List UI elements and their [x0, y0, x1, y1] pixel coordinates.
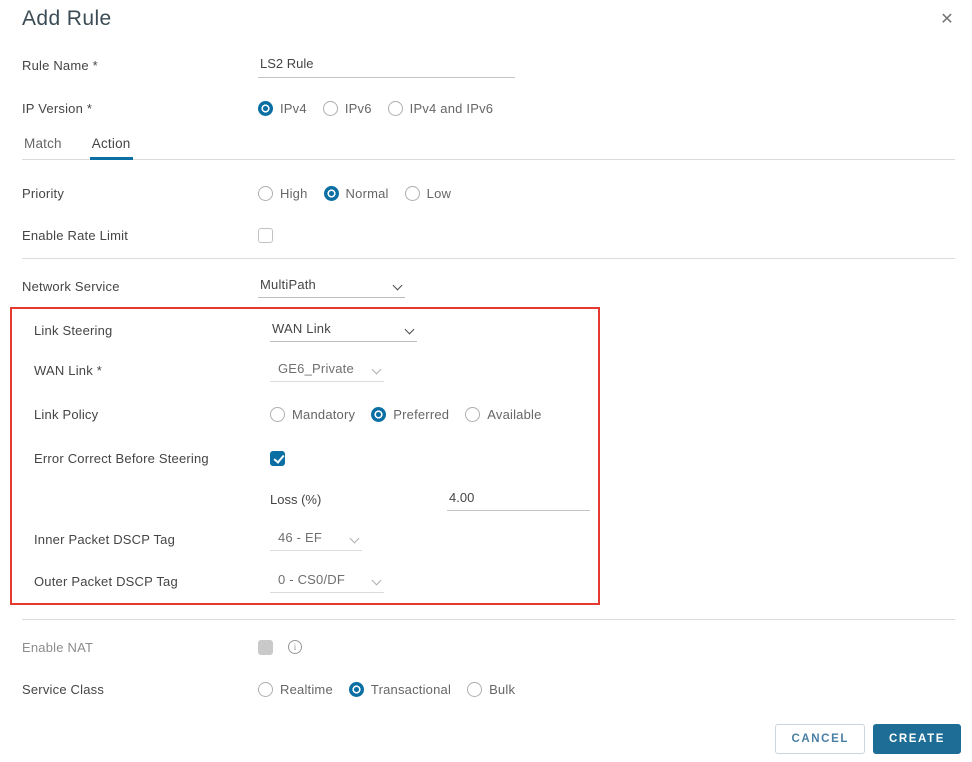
loss-row: Loss (%)	[22, 479, 598, 519]
network-service-row: Network Service MultiPath	[0, 267, 972, 305]
chevron-down-icon	[371, 364, 382, 375]
cancel-button[interactable]: CANCEL	[775, 724, 865, 754]
tab-match[interactable]: Match	[22, 134, 64, 159]
enable-rate-limit-label: Enable Rate Limit	[22, 227, 129, 243]
outer-dscp-row: Outer Packet DSCP Tag 0 - CS0/DF	[22, 559, 598, 603]
radio-low-label: Low	[426, 185, 452, 201]
dialog-footer: CANCEL CREATE	[0, 724, 972, 754]
radio-mandatory-label: Mandatory	[292, 406, 356, 422]
tab-action[interactable]: Action	[89, 134, 133, 160]
radio-dot-icon	[258, 101, 273, 116]
radio-ipv6[interactable]: IPv6	[322, 101, 372, 116]
enable-rate-limit-row: Enable Rate Limit	[0, 214, 972, 256]
chevron-down-icon	[404, 324, 415, 335]
radio-transactional-label: Transactional	[370, 681, 452, 697]
radio-dot-icon	[258, 681, 273, 697]
chevron-down-icon	[349, 533, 360, 544]
link-steering-value: WAN Link	[272, 321, 331, 336]
link-policy-row: Link Policy Mandatory Preferred Availabl…	[22, 391, 598, 437]
inner-dscp-row: Inner Packet DSCP Tag 46 - EF	[22, 519, 598, 559]
dialog-body: Rule Name * IP Version * IPv4 IPv6 IPv4 …	[0, 44, 972, 754]
wan-link-row: WAN Link * GE6_Private	[22, 349, 598, 391]
radio-priority-low[interactable]: Low	[404, 185, 452, 201]
radio-ipv4[interactable]: IPv4	[258, 101, 307, 116]
radio-mandatory[interactable]: Mandatory	[270, 406, 356, 422]
outer-dscp-select[interactable]: 0 - CS0/DF	[270, 569, 384, 593]
ip-version-label: IP Version *	[22, 101, 93, 116]
radio-realtime[interactable]: Realtime	[258, 681, 333, 697]
radio-available-label: Available	[487, 406, 542, 422]
chevron-down-icon	[392, 280, 403, 291]
rule-name-row: Rule Name *	[0, 44, 972, 87]
radio-realtime-label: Realtime	[280, 681, 333, 697]
radio-dot-icon	[467, 681, 483, 697]
radio-high-label: High	[280, 185, 308, 201]
radio-dot-icon	[270, 406, 285, 422]
radio-normal-label: Normal	[345, 185, 389, 201]
priority-label: Priority	[22, 185, 65, 201]
loss-input[interactable]	[447, 487, 590, 511]
dialog-title: Add Rule	[22, 7, 112, 30]
create-button[interactable]: CREATE	[872, 724, 961, 754]
radio-priority-high[interactable]: High	[258, 185, 308, 201]
error-correct-row: Error Correct Before Steering	[22, 437, 598, 479]
highlight-box: Link Steering WAN Link WAN Link * GE6_Pr…	[10, 307, 600, 605]
tab-bar: Match Action	[22, 134, 955, 160]
radio-ipv6-label: IPv6	[344, 101, 372, 116]
link-policy-label: Link Policy	[34, 406, 99, 422]
enable-nat-row: Enable NAT i	[0, 626, 972, 668]
link-steering-label: Link Steering	[34, 322, 113, 338]
enable-nat-label: Enable NAT	[22, 639, 94, 655]
enable-nat-checkbox	[258, 639, 273, 655]
dialog-header: Add Rule ✕	[0, 0, 972, 38]
error-correct-label: Error Correct Before Steering	[34, 450, 209, 466]
service-class-row: Service Class Realtime Transactional Bul…	[0, 668, 972, 710]
wan-link-select[interactable]: GE6_Private	[270, 358, 384, 382]
radio-dot-icon	[371, 406, 387, 422]
inner-dscp-label: Inner Packet DSCP Tag	[34, 531, 176, 547]
error-correct-checkbox[interactable]	[270, 450, 285, 466]
rule-name-label: Rule Name *	[22, 58, 98, 73]
rule-name-input[interactable]	[258, 53, 515, 78]
service-class-label: Service Class	[22, 681, 105, 697]
outer-dscp-label: Outer Packet DSCP Tag	[34, 573, 178, 589]
network-service-label: Network Service	[22, 278, 120, 294]
radio-preferred[interactable]: Preferred	[371, 406, 450, 422]
radio-bulk[interactable]: Bulk	[467, 681, 516, 697]
link-steering-select[interactable]: WAN Link	[270, 318, 417, 342]
radio-ipv4-label: IPv4	[280, 101, 307, 116]
radio-preferred-label: Preferred	[393, 406, 450, 422]
chevron-down-icon	[371, 575, 382, 586]
section-divider	[22, 619, 955, 620]
radio-dot-icon	[258, 185, 273, 201]
radio-dot-icon	[348, 681, 364, 697]
priority-row: Priority High Normal Low	[0, 172, 972, 214]
wan-link-label: WAN Link *	[34, 362, 102, 378]
radio-dot-icon	[465, 406, 481, 422]
enable-rate-limit-checkbox[interactable]	[258, 227, 273, 243]
radio-dot-icon	[404, 185, 420, 201]
section-divider	[22, 258, 955, 259]
network-service-value: MultiPath	[260, 277, 316, 292]
radio-transactional[interactable]: Transactional	[348, 681, 452, 697]
network-service-select[interactable]: MultiPath	[258, 274, 405, 298]
link-steering-row: Link Steering WAN Link	[22, 311, 598, 349]
ip-version-row: IP Version * IPv4 IPv6 IPv4 and IPv6	[0, 87, 972, 130]
radio-dot-icon	[387, 101, 403, 116]
inner-dscp-select[interactable]: 46 - EF	[270, 527, 362, 551]
radio-dot-icon	[323, 185, 339, 201]
close-icon[interactable]: ✕	[936, 8, 958, 30]
outer-dscp-value: 0 - CS0/DF	[278, 572, 346, 587]
radio-available[interactable]: Available	[465, 406, 542, 422]
loss-label: Loss (%)	[270, 491, 322, 507]
radio-ipv4-and-ipv6[interactable]: IPv4 and IPv6	[387, 101, 494, 116]
radio-ipv4-and-ipv6-label: IPv4 and IPv6	[409, 101, 494, 116]
radio-priority-normal[interactable]: Normal	[323, 185, 389, 201]
radio-dot-icon	[322, 101, 338, 116]
inner-dscp-value: 46 - EF	[278, 530, 323, 545]
wan-link-value: GE6_Private	[278, 361, 354, 376]
info-icon[interactable]: i	[288, 640, 302, 654]
radio-bulk-label: Bulk	[489, 681, 516, 697]
